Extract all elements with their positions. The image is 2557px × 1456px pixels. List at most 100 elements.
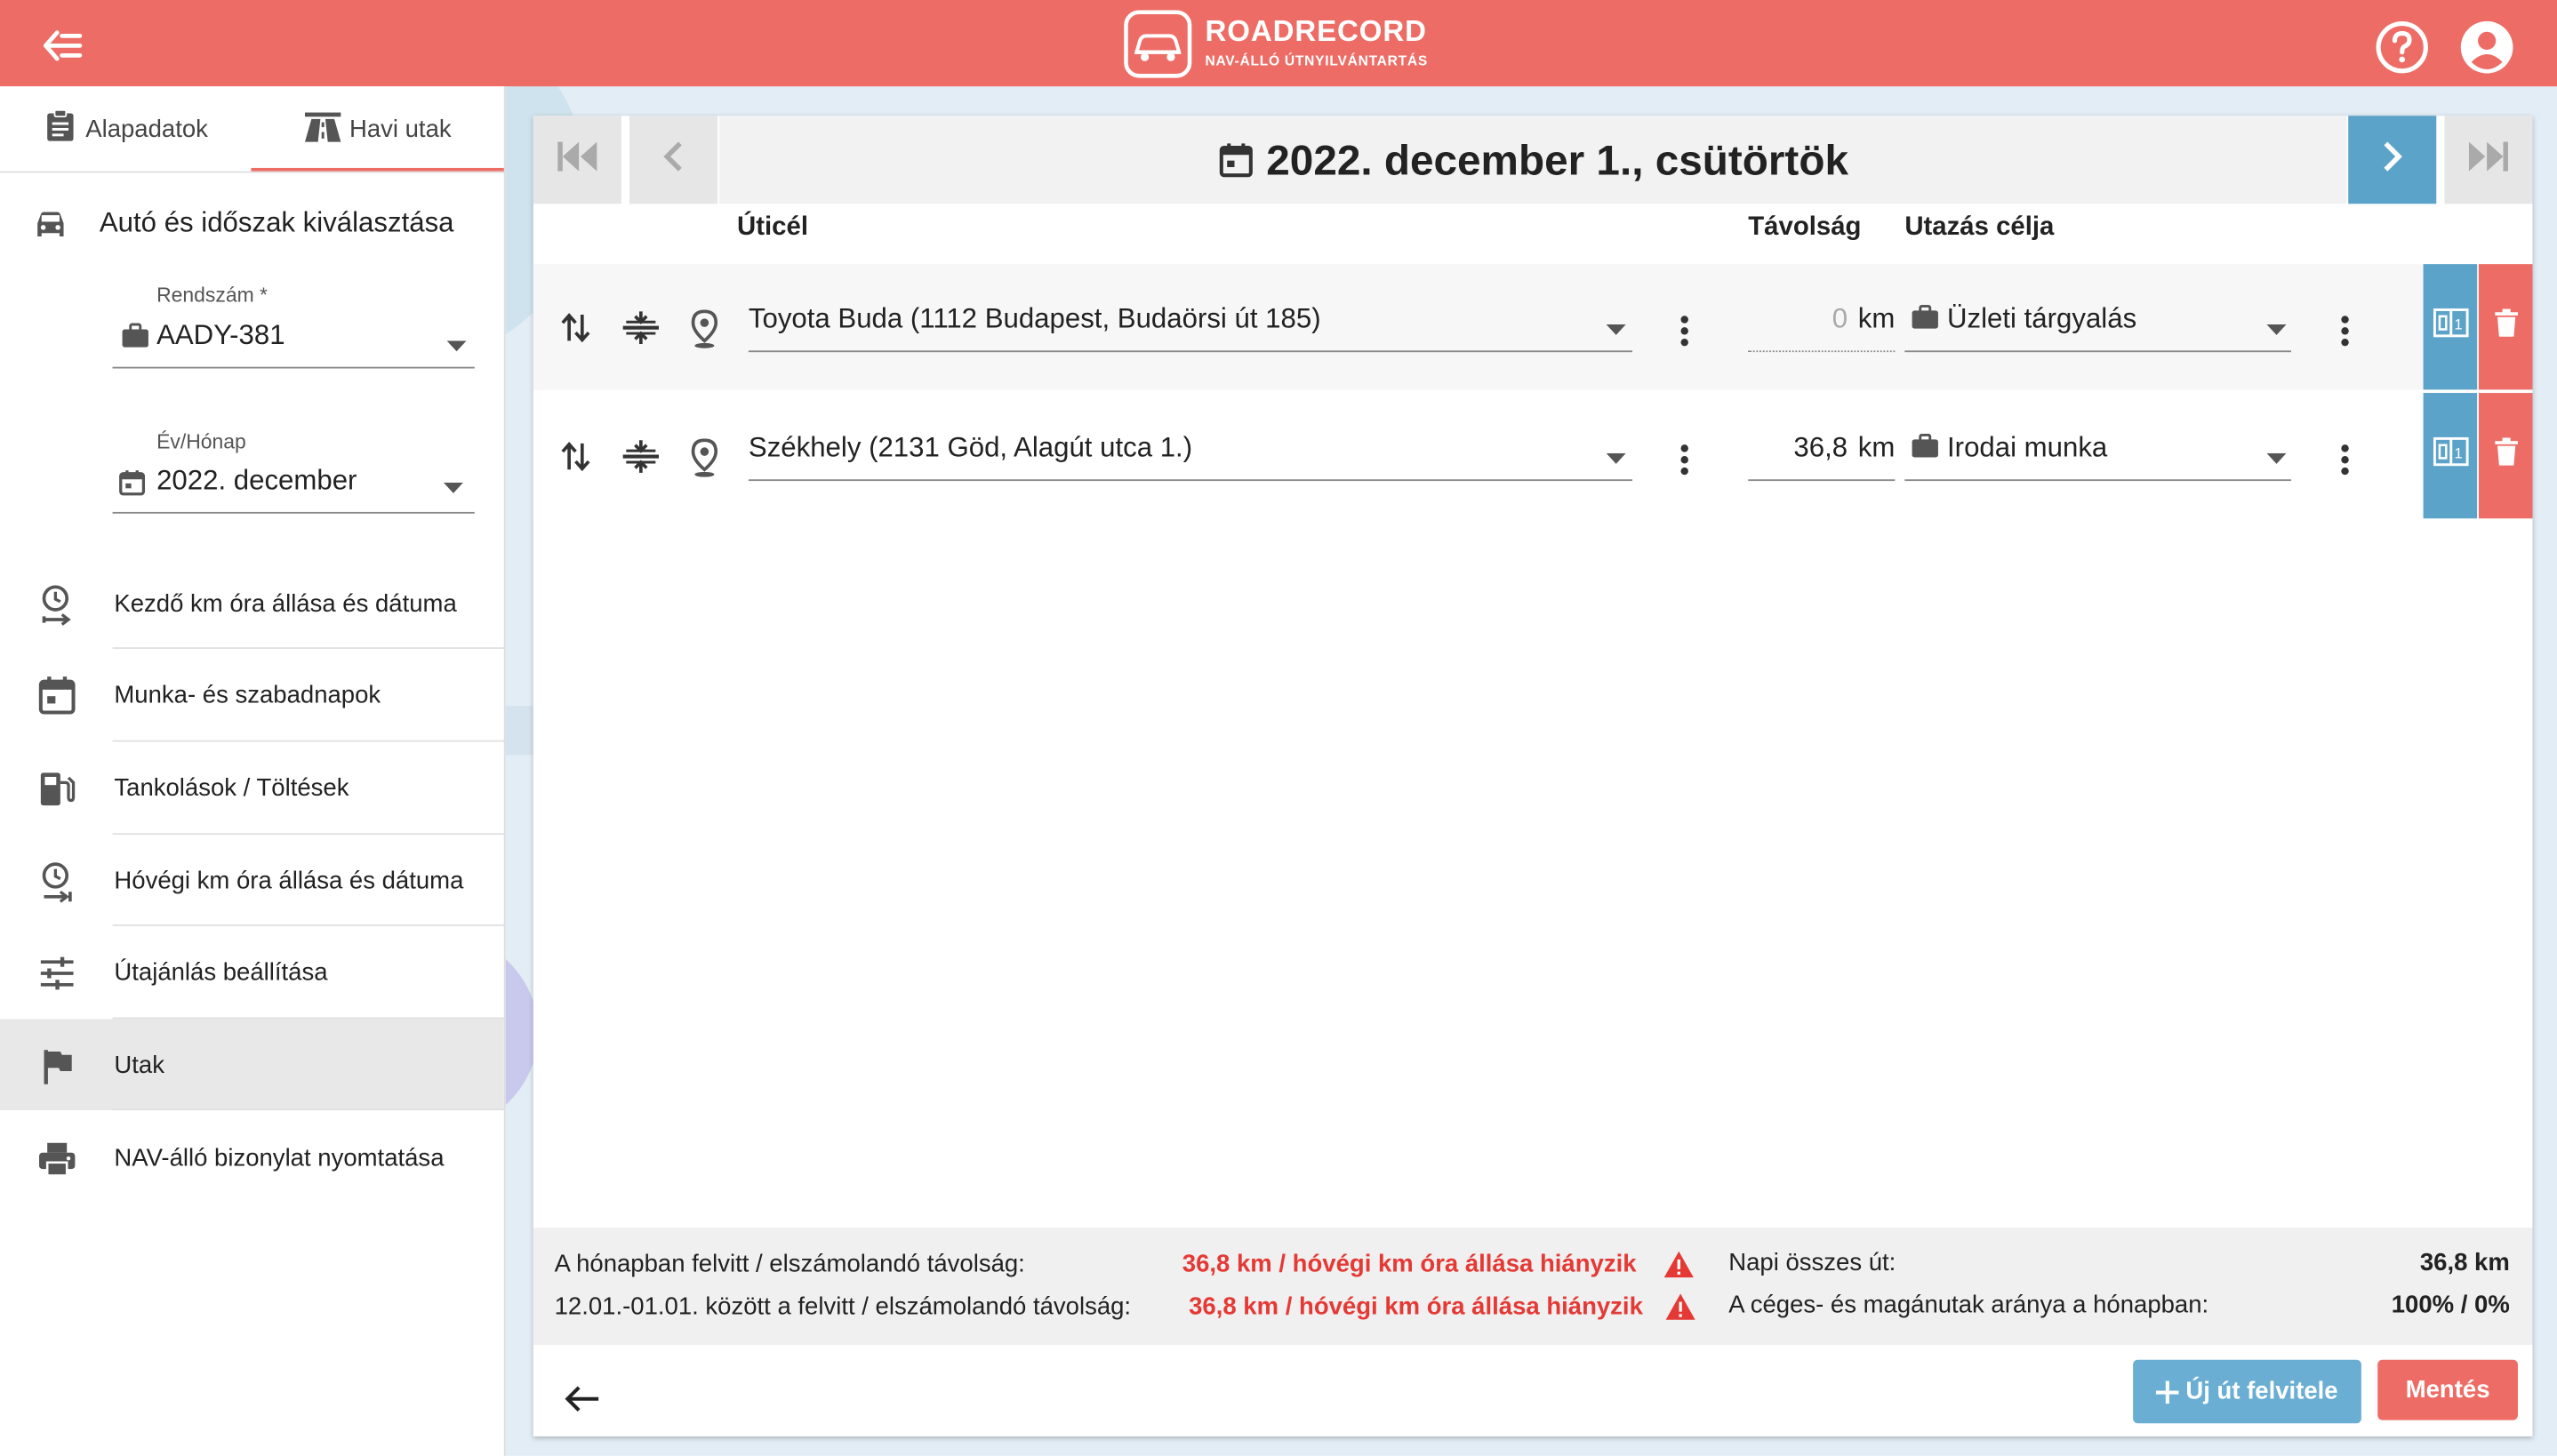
split-trip-icon[interactable] — [621, 437, 661, 476]
destination-underline — [748, 350, 1633, 353]
briefcase-icon — [121, 323, 150, 357]
trash-icon — [2493, 437, 2519, 475]
tab-havi-utak[interactable]: Havi utak — [251, 86, 503, 171]
help-icon[interactable] — [2373, 18, 2432, 76]
calendar-icon — [36, 675, 78, 717]
warning-icon — [1665, 1293, 1696, 1329]
sidebar-item-label: Munka- és szabadnapok — [114, 680, 381, 708]
plus-icon — [2156, 1380, 2180, 1404]
account-icon[interactable] — [2457, 18, 2516, 76]
chevron-down-icon — [1606, 444, 1626, 473]
purpose-value: Irodai munka — [1947, 432, 2108, 463]
plate-select[interactable]: AADY-381 — [112, 309, 475, 369]
destination-underline — [748, 479, 1633, 482]
tune-icon — [36, 952, 78, 995]
sidebar-item-label: Utak — [114, 1051, 164, 1079]
plate-field-label: Rendszám * — [156, 284, 268, 307]
road-icon — [304, 108, 343, 150]
skip-next-icon — [2465, 136, 2511, 183]
sidebar-item-label: Kezdő km óra állása és dátuma — [114, 589, 457, 618]
sidebar-item-tankolasok[interactable]: Tankolások / Töltések — [0, 742, 504, 834]
column-distance: Távolság — [1748, 213, 1862, 242]
sidebar-item-utak[interactable]: Utak — [0, 1019, 504, 1111]
more-vert-icon[interactable] — [2329, 438, 2361, 481]
clock-start-icon — [36, 584, 78, 627]
purpose-underline — [1904, 479, 2292, 482]
monthly-distance-value: 36,8 km / hóvégi km óra állása hiányzik — [1182, 1250, 1637, 1279]
sidebar-item-kezdo-km[interactable]: Kezdő km óra állása és dátuma — [0, 557, 504, 649]
trip-row: Toyota Buda (1112 Budapest, Budaörsi út … — [533, 264, 2533, 390]
monthly-distance-label: A hónapban felvitt / elszámolandó távols… — [554, 1250, 1025, 1279]
destination-value: Székhely (2131 Göd, Alagút utca 1.) — [748, 432, 1193, 463]
sidebar-item-hovegi-km[interactable]: Hóvégi km óra állása és dátuma — [0, 835, 504, 926]
month-field-label: Év/Hónap — [156, 430, 246, 453]
swap-vertical-icon[interactable] — [556, 437, 595, 476]
purpose-select[interactable]: Üzleti tárgyalás — [1904, 287, 2292, 353]
destination-value: Toyota Buda (1112 Budapest, Budaörsi út … — [748, 303, 1321, 335]
month-select[interactable]: 2022. december — [112, 455, 475, 514]
location-pin-icon[interactable] — [685, 436, 724, 481]
new-trip-label: Új út felvitele — [2185, 1377, 2338, 1406]
distance-unit: km — [1857, 432, 1896, 463]
briefcase-icon — [1912, 304, 1939, 338]
destination-select[interactable]: Toyota Buda (1112 Budapest, Budaörsi út … — [748, 287, 1633, 353]
back-arrow-icon[interactable] — [561, 1378, 604, 1420]
trips-card: 2022. december 1., csütörtök Úticél Távo… — [533, 116, 2533, 1436]
fuel-pump-icon — [36, 768, 78, 811]
tab-alapadatok[interactable]: Alapadatok — [0, 86, 251, 171]
compare-icon: 1 — [2433, 308, 2468, 346]
sidebar-item-utajanlas[interactable]: Útajánlás beállítása — [0, 926, 504, 1018]
new-trip-button[interactable]: Új út felvitele — [2133, 1359, 2361, 1424]
previous-day-button[interactable] — [629, 116, 718, 204]
more-vert-icon[interactable] — [2329, 309, 2361, 352]
save-label: Mentés — [2405, 1376, 2490, 1404]
destination-select[interactable]: Székhely (2131 Göd, Alagút utca 1.) — [748, 416, 1633, 482]
trip-row: Székhely (2131 Göd, Alagút utca 1.) 36,8… — [533, 393, 2533, 519]
divider — [112, 1108, 504, 1111]
calendar-small-icon — [119, 469, 146, 504]
date-title: 2022. december 1., csütörtök — [1266, 134, 1848, 184]
warning-icon — [1663, 1251, 1695, 1286]
split-trip-icon[interactable] — [621, 308, 661, 348]
ratio-value: 100% / 0% — [2391, 1291, 2510, 1319]
sidebar-item-label: Tankolások / Töltések — [114, 773, 349, 802]
svg-text:1: 1 — [2454, 317, 2462, 333]
sidebar: Alapadatok Havi utak Autó és időszak kiv… — [0, 86, 506, 1456]
chevron-right-icon — [2379, 136, 2405, 183]
month-underline — [112, 511, 475, 514]
summary-panel: A hónapban felvitt / elszámolandó távols… — [533, 1228, 2533, 1346]
save-button[interactable]: Mentés — [2377, 1359, 2518, 1420]
menu-back-icon[interactable] — [33, 20, 92, 72]
plate-underline — [112, 366, 475, 369]
compare-button[interactable]: 1 — [2423, 264, 2478, 390]
month-value: 2022. december — [156, 464, 357, 496]
chevron-down-icon — [446, 331, 467, 360]
tab-havi-utak-label: Havi utak — [349, 115, 452, 143]
compare-button[interactable]: 1 — [2423, 393, 2478, 519]
printer-icon — [36, 1138, 78, 1180]
swap-vertical-icon[interactable] — [556, 308, 595, 348]
more-vert-icon[interactable] — [1668, 309, 1701, 352]
column-purpose: Utazás célja — [1904, 213, 2055, 242]
delete-button[interactable] — [2478, 393, 2533, 519]
next-day-button[interactable] — [2348, 116, 2437, 204]
svg-text:1: 1 — [2454, 445, 2462, 461]
first-day-button[interactable] — [533, 116, 621, 204]
distance-field[interactable]: 0 km — [1748, 287, 1896, 353]
sidebar-item-nav-bizonylat[interactable]: NAV-álló bizonylat nyomtatása — [0, 1112, 504, 1204]
delete-button[interactable] — [2478, 264, 2533, 390]
distance-field[interactable]: 36,8 km — [1748, 416, 1896, 482]
chevron-down-icon — [443, 473, 463, 502]
purpose-select[interactable]: Irodai munka — [1904, 416, 2292, 482]
distance-value: 36,8 — [1793, 432, 1848, 463]
purpose-value: Üzleti tárgyalás — [1947, 303, 2137, 335]
period-distance-value: 36,8 km / hóvégi km óra állása hiányzik — [1189, 1292, 1643, 1321]
distance-underline — [1748, 350, 1896, 353]
sidebar-item-label: NAV-álló bizonylat nyomtatása — [114, 1143, 445, 1172]
last-day-button[interactable] — [2444, 116, 2533, 204]
location-pin-icon[interactable] — [685, 307, 724, 352]
sidebar-item-munka-szabadnapok[interactable]: Munka- és szabadnapok — [0, 649, 504, 740]
more-vert-icon[interactable] — [1668, 438, 1701, 481]
chevron-down-icon — [1606, 315, 1626, 344]
trash-icon — [2493, 308, 2519, 346]
